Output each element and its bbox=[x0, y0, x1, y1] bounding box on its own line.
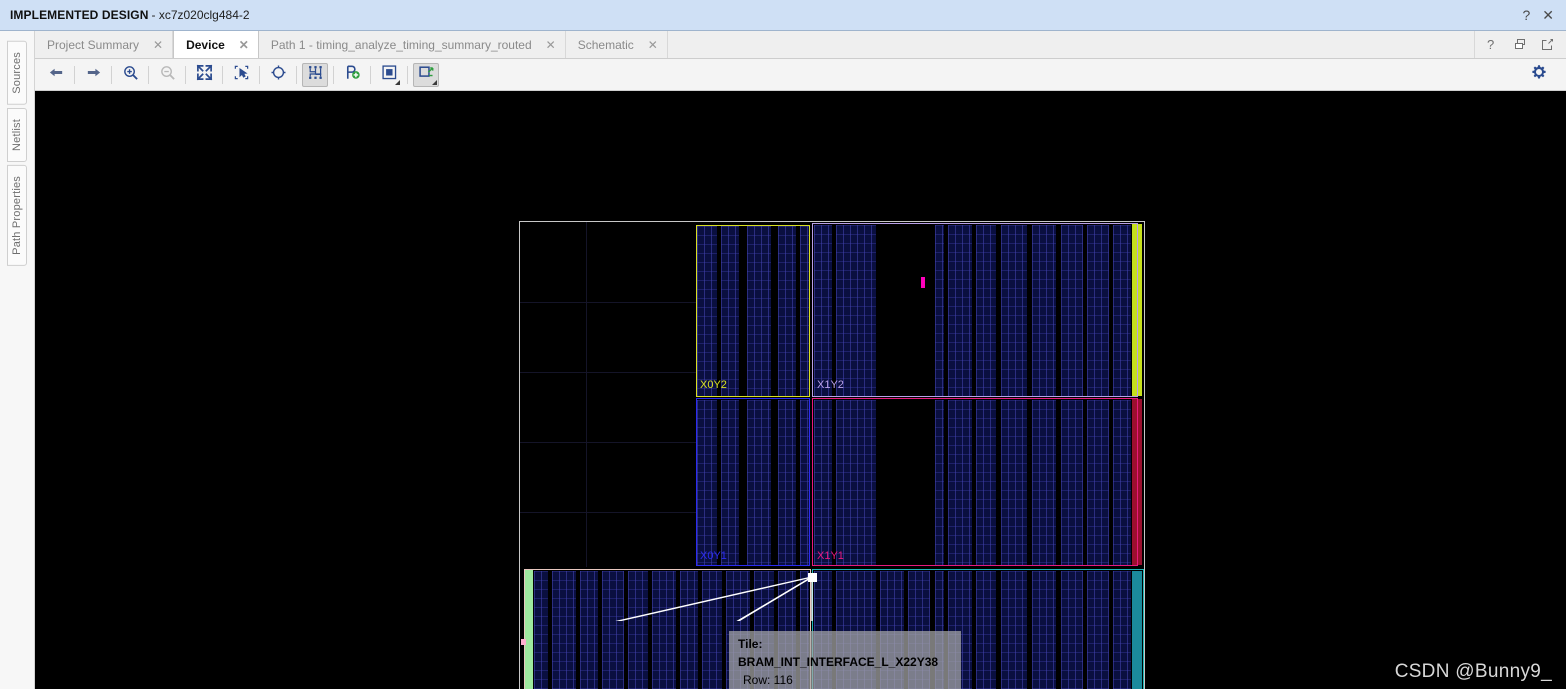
zoom-fit-button[interactable] bbox=[191, 63, 217, 87]
window-title-strong: IMPLEMENTED DESIGN bbox=[10, 8, 149, 22]
panel-window-controls: ? bbox=[1474, 31, 1566, 58]
settings-gear-icon bbox=[1531, 64, 1547, 85]
toolbar-separator bbox=[185, 65, 186, 84]
window-close-icon[interactable]: ✕ bbox=[1542, 8, 1554, 22]
tab-project-summary-close-icon[interactable]: ✕ bbox=[153, 38, 163, 52]
die-grid-line bbox=[520, 372, 696, 373]
tooltip-row-row: Row: 116 bbox=[743, 673, 793, 687]
workspace: Sources Netlist Path Properties Project … bbox=[0, 31, 1566, 689]
toolbar-separator bbox=[296, 65, 297, 84]
tab-path-1-timing-label: Path 1 - timing_analyze_timing_summary_r… bbox=[270, 37, 532, 52]
routing-resources-icon bbox=[307, 64, 324, 86]
highlight-button[interactable] bbox=[376, 63, 402, 87]
device-canvas[interactable]: X0Y2 X1Y2 X0Y1 X1Y1 X0Y0 X1Y0 bbox=[35, 91, 1566, 689]
tile-tooltip: Tile: BRAM_INT_INTERFACE_L_X22Y38 Row: 1… bbox=[729, 631, 961, 689]
crosshair-icon bbox=[270, 64, 287, 86]
die-grid-line bbox=[520, 302, 696, 303]
source-pin-marker bbox=[521, 639, 526, 645]
window-controls: ? ✕ bbox=[1522, 8, 1558, 22]
document-tab-strip: Project Summary ✕ Device ✕ Path 1 - timi… bbox=[35, 31, 1566, 59]
zoom-area-icon bbox=[233, 64, 250, 86]
device-toolbar bbox=[35, 59, 1566, 91]
die-grid-line bbox=[586, 222, 587, 567]
toolbar-separator bbox=[74, 65, 75, 84]
clock-region-X0Y1[interactable] bbox=[696, 398, 810, 566]
watermark-text: CSDN @Bunny9_ bbox=[1394, 661, 1552, 682]
zoom-in-icon bbox=[122, 64, 139, 86]
tab-schematic-close-icon[interactable]: ✕ bbox=[648, 38, 658, 52]
tab-device-label: Device bbox=[186, 37, 225, 52]
toolbar-separator bbox=[148, 65, 149, 84]
arrow-left-icon bbox=[48, 64, 65, 86]
clock-region-X0Y2[interactable] bbox=[696, 225, 810, 397]
tab-project-summary-label: Project Summary bbox=[47, 37, 140, 52]
sidebar-tab-sources-label: Sources bbox=[11, 52, 23, 94]
tab-path-1-timing[interactable]: Path 1 - timing_analyze_timing_summary_r… bbox=[258, 31, 566, 58]
zoom-area-button[interactable] bbox=[228, 63, 254, 87]
tab-device-close-icon[interactable]: ✕ bbox=[239, 38, 249, 52]
highlight-dropdown-arrow-icon[interactable] bbox=[395, 79, 400, 85]
mark-dropdown-arrow-icon[interactable] bbox=[432, 79, 437, 85]
toolbar-separator bbox=[222, 65, 223, 84]
window-title-bar: IMPLEMENTED DESIGN - xc7z020clg484-2 ? ✕ bbox=[0, 0, 1566, 31]
tab-path-1-timing-close-icon[interactable]: ✕ bbox=[546, 38, 556, 52]
device-settings-button[interactable] bbox=[1526, 63, 1552, 87]
tab-schematic-label: Schematic bbox=[577, 37, 634, 52]
panel-restore-icon[interactable] bbox=[1514, 38, 1527, 51]
forward-button[interactable] bbox=[80, 63, 106, 87]
panel-help-icon[interactable]: ? bbox=[1487, 38, 1500, 51]
toolbar-separator bbox=[259, 65, 260, 84]
sidebar-tab-netlist[interactable]: Netlist bbox=[7, 107, 27, 162]
sidebar-tab-path-properties-label: Path Properties bbox=[11, 175, 23, 255]
toolbar-separator bbox=[407, 65, 408, 84]
arrow-right-icon bbox=[85, 64, 102, 86]
sidebar-tab-path-properties[interactable]: Path Properties bbox=[7, 164, 27, 266]
tooltip-title: Tile: BRAM_INT_INTERFACE_L_X22Y38 bbox=[738, 637, 939, 669]
toolbar-separator bbox=[333, 65, 334, 84]
add-path-button[interactable] bbox=[339, 63, 365, 87]
window-title-device: - xc7z020clg484-2 bbox=[151, 8, 250, 22]
tab-device[interactable]: Device ✕ bbox=[173, 31, 259, 58]
toolbar-separator bbox=[111, 65, 112, 84]
highlighted-site-marker bbox=[921, 277, 925, 288]
zoom-out-icon bbox=[159, 64, 176, 86]
die-grid-line bbox=[520, 512, 696, 513]
sidebar-tab-sources[interactable]: Sources bbox=[7, 41, 27, 105]
add-path-icon bbox=[344, 64, 361, 86]
panel-float-icon[interactable] bbox=[1541, 38, 1554, 51]
tab-project-summary[interactable]: Project Summary ✕ bbox=[35, 31, 174, 58]
zoom-fit-icon bbox=[196, 64, 213, 86]
clock-region-X1Y2[interactable] bbox=[812, 223, 1138, 397]
clock-region-X1Y1[interactable] bbox=[812, 398, 1138, 566]
sidebar-tab-netlist-label: Netlist bbox=[11, 118, 23, 151]
toolbar-separator bbox=[370, 65, 371, 84]
zoom-out-button[interactable] bbox=[154, 63, 180, 87]
routing-resources-button[interactable] bbox=[302, 62, 328, 87]
back-button[interactable] bbox=[43, 63, 69, 87]
die-grid-line bbox=[520, 442, 696, 443]
zoom-in-button[interactable] bbox=[117, 63, 143, 87]
locate-button[interactable] bbox=[265, 63, 291, 87]
left-tab-rail: Sources Netlist Path Properties bbox=[0, 31, 35, 689]
main-panel: Project Summary ✕ Device ✕ Path 1 - timi… bbox=[35, 31, 1566, 689]
tab-schematic[interactable]: Schematic ✕ bbox=[565, 31, 668, 58]
mark-button[interactable] bbox=[413, 62, 439, 87]
window-help-icon[interactable]: ? bbox=[1522, 8, 1530, 22]
